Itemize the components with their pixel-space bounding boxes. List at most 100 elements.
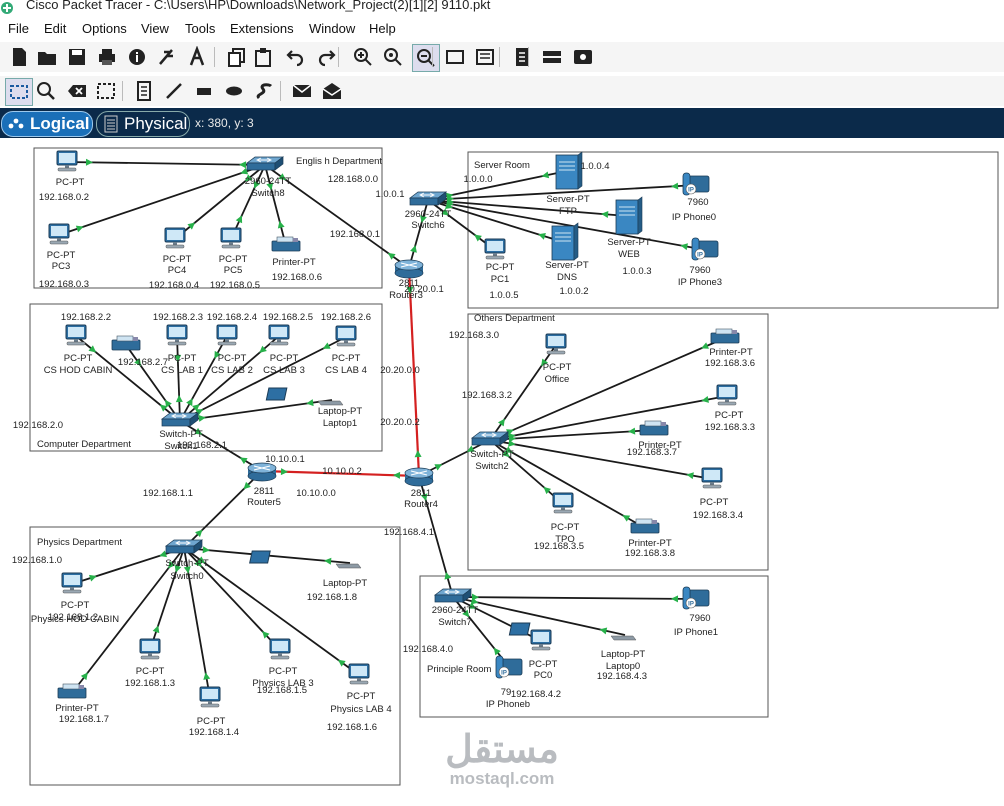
device-pc-cslab3[interactable]: PC-PTCS LAB 3 192.168.2.5: [263, 312, 313, 376]
device-server-web[interactable]: Server-PTWEB 1.0.0.3: [607, 196, 652, 277]
network-note[interactable]: 192.168.2.1: [177, 440, 227, 451]
delete-tool[interactable]: [64, 78, 90, 104]
cluster-button[interactable]: [539, 44, 565, 70]
device-switch-sw7[interactable]: 2960-24TTSwitch7: [432, 588, 479, 628]
network-note[interactable]: 192.168.4.1: [384, 527, 434, 538]
device-switch-sw6[interactable]: 2960-24TTSwitch6: [405, 191, 452, 231]
network-note[interactable]: 10.10.0.1: [265, 454, 305, 465]
network-note[interactable]: 192.168.2.0: [13, 420, 63, 431]
menu-file[interactable]: File: [8, 21, 29, 36]
network-note[interactable]: 1.0.0.4: [580, 161, 609, 172]
physical-workspace-button[interactable]: [570, 44, 596, 70]
device-printer-prn06[interactable]: Printer-PT 192.168.0.6: [271, 236, 322, 283]
network-note[interactable]: 192.168.4.0: [403, 644, 453, 655]
device-pc-phylab4[interactable]: PC-PT Physics LAB 4 192.168.1.6: [327, 663, 392, 733]
device-pc-pc5[interactable]: PC-PTPC5 192.168.0.5: [210, 227, 260, 291]
device-printer-prn17[interactable]: Printer-PT192.168.1.7: [55, 683, 109, 725]
resize-shape-tool[interactable]: [93, 78, 119, 104]
custom-device-button[interactable]: [472, 44, 498, 70]
rectangle-tool[interactable]: [191, 78, 217, 104]
network-note[interactable]: 192.168.3.2: [462, 390, 512, 401]
device-printer-prn36[interactable]: Printer-PT192.168.3.6: [705, 328, 755, 369]
network-note[interactable]: 10.10.0.2: [322, 466, 362, 477]
menu-view[interactable]: View: [141, 21, 169, 36]
device-printer-prn38[interactable]: Printer-PT192.168.3.8: [625, 518, 675, 559]
device-pc-phycab[interactable]: PC-PTPhysics HOD CABIN192.168.1.2: [31, 572, 119, 625]
redo-button[interactable]: [313, 44, 339, 70]
link-pc02-sw8[interactable]: [66, 161, 266, 166]
device-printer-prn27[interactable]: 192.168.2.7: [111, 335, 168, 368]
menu-help[interactable]: Help: [369, 21, 396, 36]
device-switch-sw0[interactable]: Switch-PT Switch0: [164, 539, 209, 582]
network-note[interactable]: 10.10.0.0: [296, 488, 336, 499]
device-pc-pc34[interactable]: PC-PT 192.168.3.4: [693, 467, 743, 521]
device-server-dns[interactable]: Server-PTDNS 1.0.0.2: [545, 222, 589, 297]
zoom-in-button[interactable]: [350, 44, 376, 70]
activity-wizard-button[interactable]: [154, 44, 180, 70]
device-pc-pc33[interactable]: PC-PT192.168.3.3: [705, 384, 755, 433]
physical-mode-button[interactable]: Physical: [96, 111, 190, 137]
place-note-tool[interactable]: [131, 78, 157, 104]
network-note[interactable]: 192.168.0.1: [330, 229, 380, 240]
device-switch-sw8[interactable]: 2960-24TTSwitch8: [245, 156, 292, 199]
network-note[interactable]: 192.168.1.0: [12, 555, 62, 566]
device-pc-cshod[interactable]: PC-PTCS HOD CABIN 192.168.2.2: [44, 312, 113, 376]
link-sw7-ph1[interactable]: [452, 596, 698, 600]
device-laptop-lap1[interactable]: Laptop-PTLaptop1: [265, 387, 362, 429]
device-switch-sw2[interactable]: Switch-PTSwitch2: [470, 431, 514, 472]
device-pc-pc14[interactable]: PC-PT192.168.1.4: [189, 686, 239, 738]
network-note[interactable]: 20.20.0.0: [380, 365, 420, 376]
link-sw1-cslab1[interactable]: [176, 335, 181, 422]
open-folder-button[interactable]: [34, 44, 60, 70]
logical-mode-button[interactable]: Logical: [1, 111, 93, 137]
device-pc-cslab2[interactable]: PC-PTCS LAB 2 192.168.2.4: [207, 312, 257, 376]
network-note[interactable]: 1.0.0.0: [463, 174, 492, 185]
network-note[interactable]: 192.168.1.1: [143, 488, 193, 499]
device-printer-prn37[interactable]: Printer-PT192.168.3.7: [627, 420, 682, 458]
device-pc-pc02[interactable]: PC-PT 192.168.0.2: [39, 150, 89, 203]
network-note[interactable]: 128.168.0.0: [328, 174, 378, 185]
device-phone-ph0[interactable]: IP 7960 IP Phone0: [672, 172, 716, 223]
link-r5-sw0[interactable]: [183, 470, 263, 549]
device-pc-office[interactable]: PC-PTOffice: [543, 333, 572, 385]
save-button[interactable]: [64, 44, 90, 70]
device-laptop-lap0[interactable]: Laptop-PTLaptop0192.168.4.3: [508, 622, 647, 682]
device-pc-pc3[interactable]: PC-PTPC3 192.168.0.3: [39, 223, 89, 290]
zoom-reset-button[interactable]: [380, 44, 406, 70]
new-file-button[interactable]: [6, 44, 32, 70]
copy-button[interactable]: [224, 44, 250, 70]
logical-workspace[interactable]: Englis h Department Server Room Computer D…: [0, 138, 1004, 806]
link-pc3-sw8[interactable]: [58, 164, 266, 236]
link-sw6-web[interactable]: [427, 199, 628, 217]
device-pc-pc4[interactable]: PC-PTPC4 192.168.0.4: [149, 227, 199, 291]
device-pc-pc13[interactable]: PC-PT192.168.1.3: [125, 638, 175, 689]
device-router-r5[interactable]: 2811Router5: [247, 462, 281, 508]
device-pc-cslab4[interactable]: PC-PTCS LAB 4 192.168.2.6: [321, 312, 371, 376]
topology-canvas[interactable]: Englis h Department Server Room Computer D…: [0, 138, 1004, 806]
menu-window[interactable]: Window: [309, 21, 355, 36]
device-pc-cslab1[interactable]: PC-PTCS LAB 1 192.168.2.3: [153, 312, 203, 376]
ellipse-tool[interactable]: [221, 78, 247, 104]
network-note[interactable]: 1.0.0.1: [375, 189, 404, 200]
complex-pdu-tool[interactable]: [319, 78, 345, 104]
device-phone-ph1[interactable]: IP 7960 IP Phone1: [674, 586, 718, 638]
undo-button[interactable]: [283, 44, 309, 70]
view-notes-button[interactable]: [509, 44, 535, 70]
network-note[interactable]: 20.20.0.2: [380, 417, 420, 428]
network-note[interactable]: 20.20.0.1: [404, 284, 444, 295]
info-button[interactable]: [124, 44, 150, 70]
device-pc-phylab3[interactable]: PC-PTPhysics LAB 3192.168.1.5: [252, 638, 314, 696]
zoom-out-button[interactable]: [412, 44, 440, 72]
device-pc-pc1[interactable]: PC-PTPC1 1.0.0.5: [484, 238, 519, 301]
select-tool[interactable]: [5, 78, 33, 106]
simple-pdu-tool[interactable]: [289, 78, 315, 104]
network-note[interactable]: 192.168.3.0: [449, 330, 499, 341]
drawing-palette-button[interactable]: [442, 44, 468, 70]
inspect-tool[interactable]: [33, 78, 59, 104]
print-button[interactable]: [94, 44, 120, 70]
device-pc-tpo[interactable]: PC-PTTPO192.168.3.5: [534, 492, 584, 552]
menu-edit[interactable]: Edit: [44, 21, 66, 36]
menu-options[interactable]: Options: [82, 21, 127, 36]
device-router-r4[interactable]: 2811Router4: [404, 467, 438, 510]
menu-extensions[interactable]: Extensions: [230, 21, 294, 36]
